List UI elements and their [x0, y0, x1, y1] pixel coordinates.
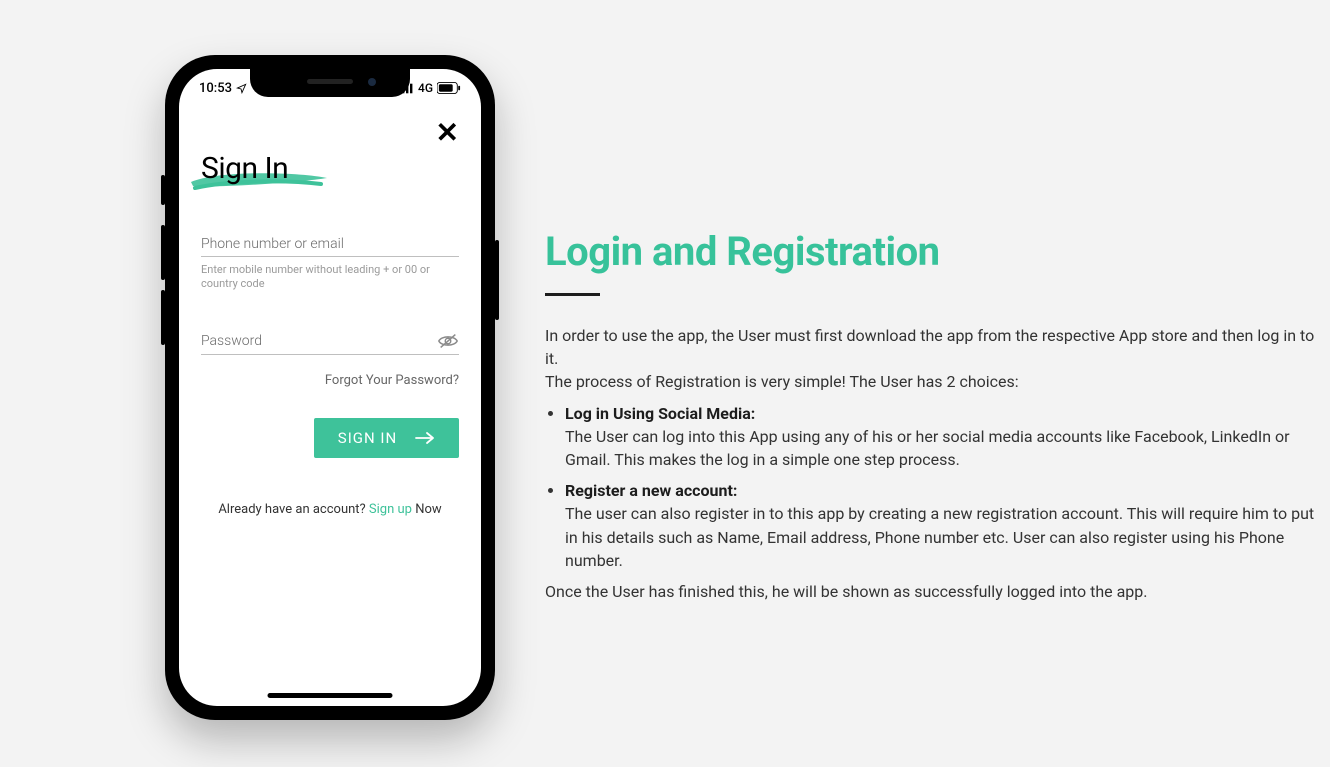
- doc-title: Login and Registration: [545, 228, 1320, 275]
- network-label: 4G: [418, 81, 433, 95]
- screen-title-wrap: Sign In: [201, 151, 331, 186]
- sign-in-button-label: SIGN IN: [338, 429, 397, 447]
- phone-screen: 10:53 4G ✕ Sign In: [179, 69, 481, 706]
- doc-bullet-1: Log in Using Social Media: The User can …: [565, 402, 1320, 472]
- sign-up-row: Already have an account? Sign up Now: [201, 502, 459, 517]
- phone-mockup: 10:53 4G ✕ Sign In: [165, 55, 495, 720]
- phone-side-button: [495, 240, 499, 320]
- doc-bullet-2: Register a new account: The user can als…: [565, 479, 1320, 572]
- password-field[interactable]: Password: [201, 332, 459, 355]
- doc-outro: Once the User has finished this, he will…: [545, 580, 1320, 603]
- eye-hidden-icon[interactable]: [437, 332, 459, 350]
- phone-frame: 10:53 4G ✕ Sign In: [165, 55, 495, 720]
- doc-title-underline: [545, 293, 600, 296]
- status-time-group: 10:53: [199, 81, 247, 96]
- arrow-right-icon: [415, 431, 435, 445]
- doc-bullet-list: Log in Using Social Media: The User can …: [545, 402, 1320, 572]
- doc-bullet-1-body: The User can log into this App using any…: [565, 427, 1290, 469]
- sign-up-prefix: Already have an account?: [218, 502, 369, 517]
- doc-intro-1: In order to use the app, the User must f…: [545, 324, 1320, 370]
- doc-intro-2: The process of Registration is very simp…: [545, 370, 1320, 393]
- doc-bullet-1-heading: Log in Using Social Media:: [565, 404, 755, 423]
- forgot-password-link[interactable]: Forgot Your Password?: [201, 373, 459, 388]
- password-placeholder: Password: [201, 333, 437, 349]
- phone-email-placeholder: Phone number or email: [201, 236, 459, 252]
- doc-bullet-2-heading: Register a new account:: [565, 481, 737, 500]
- location-arrow-icon: [236, 83, 247, 94]
- battery-icon: [437, 82, 461, 94]
- phone-notch: [250, 69, 410, 97]
- close-icon[interactable]: ✕: [436, 119, 459, 147]
- phone-email-hint: Enter mobile number without leading + or…: [201, 263, 431, 292]
- sign-up-suffix: Now: [412, 502, 442, 517]
- phone-email-field[interactable]: Phone number or email Enter mobile numbe…: [201, 236, 459, 292]
- home-indicator: [268, 693, 393, 698]
- status-time: 10:53: [199, 81, 232, 96]
- app-content: ✕ Sign In Phone number or email Enter mo…: [179, 109, 481, 706]
- sign-up-link[interactable]: Sign up: [369, 502, 412, 517]
- sign-in-button[interactable]: SIGN IN: [314, 418, 459, 458]
- screen-title: Sign In: [201, 151, 331, 186]
- doc-section: Login and Registration In order to use t…: [545, 228, 1320, 603]
- doc-bullet-2-body: The user can also register in to this ap…: [565, 504, 1314, 569]
